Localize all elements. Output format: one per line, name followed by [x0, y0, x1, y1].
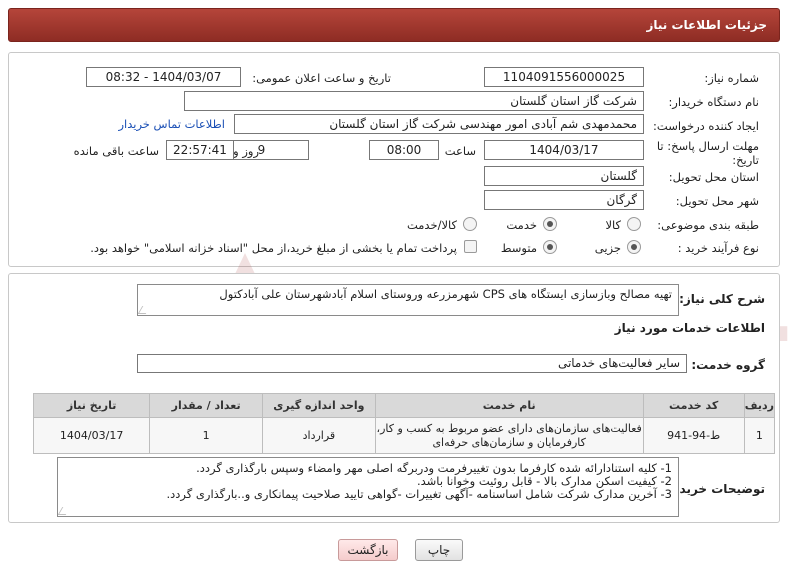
cell-index: 1 — [743, 417, 776, 454]
service-group-field[interactable]: سایر فعالیت‌های خدماتی — [137, 354, 687, 373]
city-label: شهر محل تحویل: — [675, 194, 759, 208]
need-details-panel: شرح کلی نیاز: تهیه مصالح وبازسازی ایستگا… — [8, 273, 780, 523]
cell-unit: قرارداد — [262, 417, 376, 454]
creator-field[interactable]: محمدمهدی شم آبادی امور مهندسی شرکت گاز ا… — [234, 114, 644, 134]
need-info-panel: شماره نیاز: 1104091556000025 تاریخ و ساع… — [8, 52, 780, 267]
service-group-label: گروه خدمت: — [691, 358, 765, 372]
cell-name-line1: فعالیت‌های سازمان‌های دارای عضو مربوط به… — [376, 421, 642, 435]
col-header-code: کد خدمت — [642, 393, 745, 418]
process-option-medium: متوسط — [500, 241, 537, 255]
col-header-unit: واحد اندازه گیری — [262, 393, 376, 418]
category-radio-service[interactable] — [543, 217, 557, 231]
print-button[interactable]: چاپ — [415, 539, 463, 561]
city-field[interactable]: گرگان — [484, 190, 644, 210]
cell-qty: 1 — [149, 417, 264, 454]
remaining-time-label: ساعت باقی مانده — [73, 144, 159, 158]
need-number-field[interactable]: 1104091556000025 — [484, 67, 644, 87]
announce-datetime-label: تاریخ و ساعت اعلان عمومی: — [252, 71, 391, 85]
need-number-label: شماره نیاز: — [704, 71, 759, 85]
cell-code: ط-94-941 — [642, 417, 745, 454]
need-summary-label: شرح کلی نیاز: — [679, 292, 765, 306]
resize-grip-icon[interactable] — [137, 306, 151, 314]
table-header-row: ردیف کد خدمت نام خدمت واحد اندازه گیری ت… — [32, 393, 776, 418]
days-label: روز و — [233, 144, 259, 158]
resize-grip-icon[interactable] — [57, 507, 71, 515]
process-option-minor: جزیی — [594, 241, 621, 255]
page-title: جزئیات اطلاعات نیاز — [646, 18, 767, 32]
province-field[interactable]: گلستان — [484, 166, 644, 186]
buyer-contact-link[interactable]: اطلاعات تماس خریدار — [118, 117, 225, 131]
deadline-time-field[interactable]: 08:00 — [369, 140, 439, 160]
table-row[interactable]: 1 ط-94-941 فعالیت‌های سازمان‌های دارای ع… — [32, 417, 776, 454]
buyer-org-field[interactable]: شرکت گاز استان گلستان — [184, 91, 644, 111]
remaining-time-field[interactable]: 22:57:41 — [166, 140, 234, 160]
need-details-page: جزئیات اطلاعات نیاز شماره نیاز: 11040915… — [0, 0, 788, 574]
category-option-goods: کالا — [605, 218, 621, 232]
deadline-label-line1: مهلت ارسال پاسخ: تا — [656, 139, 759, 153]
cell-name: فعالیت‌های سازمان‌های دارای عضو مربوط به… — [374, 417, 644, 454]
treasury-payment-note: پرداخت تمام یا بخشی از مبلغ خرید،از محل … — [90, 241, 457, 255]
announce-datetime-field[interactable]: 1404/03/07 - 08:32 — [86, 67, 241, 87]
need-summary-text: تهیه مصالح وبازسازی ایستگاه های CPS شهرم… — [219, 287, 672, 301]
services-section-title: اطلاعات خدمات مورد نیاز — [614, 321, 765, 335]
page-header: جزئیات اطلاعات نیاز — [8, 8, 780, 42]
back-button[interactable]: بازگشت — [338, 539, 398, 561]
col-header-date: تاریخ نیاز — [32, 393, 151, 418]
category-option-goods-service: کالا/خدمت — [406, 218, 457, 232]
category-label: طبقه بندی موضوعی: — [657, 218, 759, 232]
province-label: استان محل تحویل: — [668, 170, 759, 184]
cell-name-line2: کارفرمایان و سازمان‌های حرفه‌ای — [432, 435, 586, 449]
process-radio-medium[interactable] — [543, 240, 557, 254]
deadline-label-line2: تاریخ: — [732, 153, 759, 167]
deadline-time-label: ساعت — [444, 144, 476, 158]
treasury-payment-checkbox[interactable] — [464, 240, 477, 253]
buyer-notes-textarea[interactable]: 1- کلیه استنادارائه شده کارفرما بدون تغی… — [57, 457, 679, 517]
services-table: ردیف کد خدمت نام خدمت واحد اندازه گیری ت… — [32, 393, 776, 454]
buyer-org-label: نام دستگاه خریدار: — [668, 95, 759, 109]
process-type-label: نوع فرآیند خرید : — [677, 241, 759, 255]
category-radio-goods[interactable] — [627, 217, 641, 231]
col-header-name: نام خدمت — [374, 393, 644, 418]
col-header-index: ردیف — [743, 393, 776, 418]
creator-label: ایجاد کننده درخواست: — [653, 119, 759, 133]
cell-date: 1404/03/17 — [32, 417, 151, 454]
process-radio-minor[interactable] — [627, 240, 641, 254]
buyer-note-line-3: 3- آخرین مدارک شرکت شامل اساسنامه -آگهی … — [166, 487, 672, 501]
need-summary-textarea[interactable]: تهیه مصالح وبازسازی ایستگاه های CPS شهرم… — [137, 284, 679, 316]
category-radio-goods-service[interactable] — [463, 217, 477, 231]
col-header-qty: تعداد / مقدار — [149, 393, 264, 418]
category-option-service: خدمت — [506, 218, 537, 232]
deadline-date-field[interactable]: 1404/03/17 — [484, 140, 644, 160]
